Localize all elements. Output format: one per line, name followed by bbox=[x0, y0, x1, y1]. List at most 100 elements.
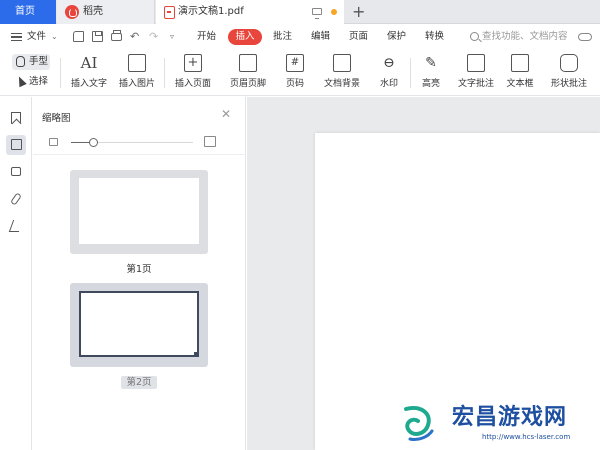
large-image-icon[interactable] bbox=[204, 136, 216, 147]
paperclip-icon bbox=[10, 192, 22, 206]
text-box-button[interactable]: 文本框 bbox=[500, 50, 540, 96]
ribbon-divider bbox=[164, 58, 165, 88]
page-number-button[interactable]: # 页码 bbox=[278, 50, 312, 96]
thumbnail-size-slider[interactable] bbox=[71, 138, 193, 147]
hand-icon bbox=[16, 56, 25, 67]
tab-document-label: 演示文稿1.pdf bbox=[178, 6, 244, 17]
search-icon[interactable] bbox=[470, 32, 479, 41]
save-icon[interactable] bbox=[92, 31, 103, 42]
hand-tool-button[interactable]: 手型 bbox=[12, 54, 50, 70]
menu-tab-page[interactable]: 页面 bbox=[349, 25, 368, 49]
quick-access-dropdown-icon[interactable]: ▿ bbox=[170, 25, 174, 49]
tab-daoke[interactable]: 稻壳 bbox=[57, 0, 155, 24]
slider-knob[interactable] bbox=[88, 138, 98, 147]
insert-text-label: 插入文字 bbox=[70, 79, 107, 89]
cloud-icon[interactable] bbox=[578, 33, 592, 41]
tab-home[interactable]: 首页 bbox=[0, 0, 56, 24]
watermark-logo-icon bbox=[404, 406, 434, 441]
header-footer-button[interactable]: 页眉页脚 bbox=[222, 50, 274, 96]
shape-comment-icon bbox=[560, 54, 578, 72]
shape-comment-button[interactable]: 形状批注 bbox=[542, 50, 596, 96]
site-watermark: 宏昌游戏网 http://www.hcs-laser.com bbox=[400, 395, 600, 450]
page-number-icon: # bbox=[286, 54, 304, 72]
redo-icon[interactable]: ↷ bbox=[149, 31, 160, 42]
watermark-label: 水印 bbox=[379, 79, 398, 89]
shape-comment-label: 形状批注 bbox=[550, 79, 587, 89]
thumbnail-zoom-row bbox=[33, 133, 246, 155]
insert-page-label: 插入页面 bbox=[174, 79, 211, 89]
highlight-label: 高亮 bbox=[421, 79, 440, 89]
signature-icon bbox=[8, 220, 24, 232]
text-comment-button[interactable]: 文字批注 bbox=[454, 50, 498, 96]
thumbnail-panel: 缩略图 ✕ 第1页 第2页 bbox=[33, 97, 246, 450]
ribbon-divider bbox=[60, 58, 61, 88]
watermark-title: 宏昌游戏网 bbox=[452, 405, 568, 430]
menu-tab-start[interactable]: 开始 bbox=[197, 25, 216, 49]
page-number-label: 页码 bbox=[285, 79, 304, 89]
insert-image-button[interactable]: 插入图片 bbox=[114, 50, 160, 96]
daoke-logo-icon bbox=[65, 5, 79, 19]
page-thumbnail-label: 第1页 bbox=[126, 264, 152, 275]
cursor-icon bbox=[15, 74, 27, 88]
background-icon bbox=[333, 54, 351, 72]
close-icon[interactable]: ✕ bbox=[221, 107, 231, 121]
unsaved-dot-icon bbox=[331, 9, 337, 15]
text-box-label: 文本框 bbox=[506, 79, 534, 89]
search-input[interactable]: 查找功能、文档内容 bbox=[482, 25, 568, 49]
select-tool-button[interactable]: 选择 bbox=[12, 74, 52, 90]
insert-page-button[interactable]: + 插入页面 bbox=[168, 50, 218, 96]
menu-tab-edit[interactable]: 编辑 bbox=[311, 25, 330, 49]
page-thumbnail-preview bbox=[79, 291, 199, 357]
selected-page-label: 第2页 bbox=[121, 376, 157, 389]
tab-document[interactable]: 演示文稿1.pdf bbox=[156, 0, 344, 24]
header-footer-icon bbox=[239, 54, 257, 72]
page-thumbnail-preview bbox=[79, 178, 199, 244]
text-comment-icon bbox=[467, 54, 485, 72]
sidebar-item-comments[interactable] bbox=[6, 163, 26, 183]
open-folder-icon[interactable] bbox=[73, 31, 84, 42]
comment-icon bbox=[11, 167, 21, 176]
undo-icon[interactable]: ↶ bbox=[130, 31, 141, 42]
watermark-icon: ⊖ bbox=[383, 55, 395, 71]
new-tab-plus-icon[interactable]: + bbox=[352, 2, 365, 22]
sidebar-icon-rail bbox=[0, 97, 32, 450]
sidebar-item-thumbnails[interactable] bbox=[6, 135, 26, 155]
watermark-button[interactable]: ⊖ 水印 bbox=[372, 50, 406, 96]
page-thumbnail-2[interactable] bbox=[70, 283, 208, 367]
highlight-button[interactable]: ✎ 高亮 bbox=[414, 50, 448, 96]
hamburger-menu-icon[interactable] bbox=[11, 33, 22, 41]
page-thumbnail-1[interactable] bbox=[70, 170, 208, 254]
header-footer-label: 页眉页脚 bbox=[229, 79, 266, 89]
highlight-icon: ✎ bbox=[425, 55, 437, 71]
print-icon[interactable] bbox=[111, 30, 122, 41]
window-tab-bar: 首页 稻壳 演示文稿1.pdf + bbox=[0, 0, 600, 24]
thumbnail-icon bbox=[11, 139, 22, 150]
insert-ribbon: 手型 选择 AI 插入文字 插入图片 + 插入页面 页眉页脚 # 页码 文档背景… bbox=[0, 50, 600, 96]
tab-daoke-label: 稻壳 bbox=[83, 6, 103, 17]
panel-title: 缩略图 bbox=[42, 113, 71, 124]
insert-text-button[interactable]: AI 插入文字 bbox=[66, 50, 112, 96]
chevron-down-icon[interactable]: ⌄ bbox=[51, 25, 58, 49]
pdf-file-icon bbox=[164, 6, 175, 19]
menu-tab-convert[interactable]: 转换 bbox=[425, 25, 444, 49]
document-background-button[interactable]: 文档背景 bbox=[316, 50, 368, 96]
ribbon-divider bbox=[410, 58, 411, 88]
text-comment-label: 文字批注 bbox=[457, 79, 494, 89]
file-menu[interactable]: 文件 bbox=[27, 25, 46, 49]
menu-tab-insert[interactable]: 插入 bbox=[228, 29, 262, 45]
insert-text-icon: AI bbox=[80, 54, 98, 72]
sidebar-item-attachments[interactable] bbox=[6, 189, 26, 209]
monitor-icon[interactable] bbox=[312, 8, 322, 19]
sidebar-item-signature[interactable] bbox=[6, 216, 26, 236]
menu-tab-comment[interactable]: 批注 bbox=[273, 25, 292, 49]
small-image-icon[interactable] bbox=[49, 138, 58, 146]
bookmark-icon bbox=[11, 112, 21, 124]
hand-tool-label: 手型 bbox=[29, 56, 49, 67]
menu-bar: 文件 ⌄ ↶ ↷ ▿ 开始 插入 批注 编辑 页面 保护 转换 查找功能、文档内… bbox=[0, 25, 600, 49]
insert-image-icon bbox=[128, 54, 146, 72]
menu-tab-protect[interactable]: 保护 bbox=[387, 25, 406, 49]
document-background-label: 文档背景 bbox=[323, 79, 360, 89]
insert-page-icon: + bbox=[184, 54, 202, 72]
page-thumbnail-label: 第2页 bbox=[70, 374, 208, 389]
sidebar-item-bookmark[interactable] bbox=[6, 108, 26, 128]
